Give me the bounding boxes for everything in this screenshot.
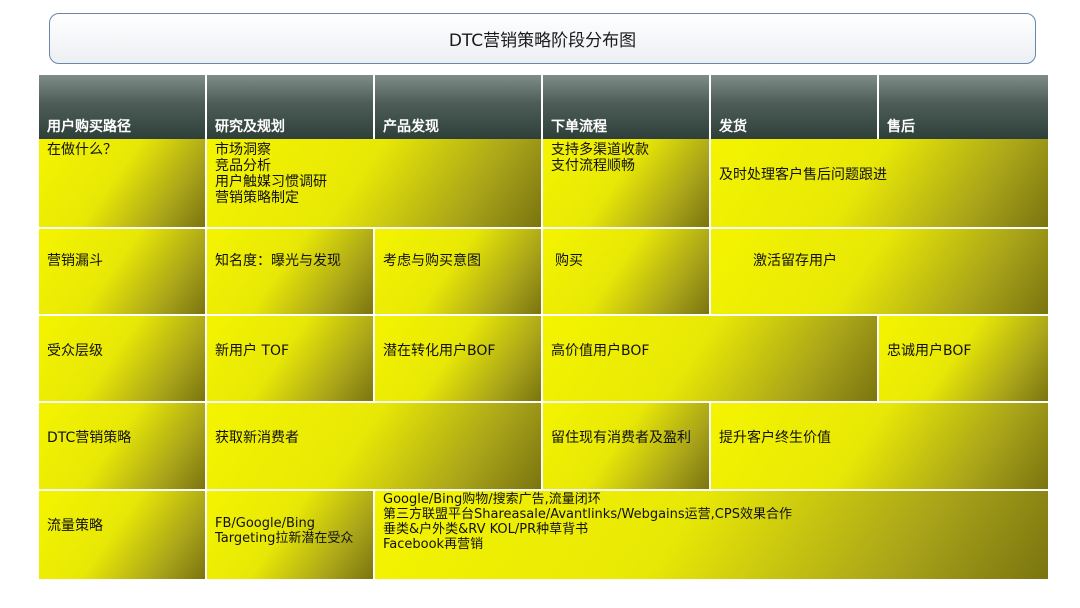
header-discovery: 产品发现	[375, 75, 543, 139]
task-item: 支付流程顺畅	[551, 158, 635, 175]
cell-shipping-tasks: 及时处理客户售后问题跟进	[711, 139, 1048, 229]
cell-strategy-retain: 留住现有消费者及盈利	[543, 403, 711, 491]
task-item: 及时处理客户售后问题跟进	[719, 167, 887, 183]
row-label-funnel: 营销漏斗	[39, 229, 207, 316]
cell-funnel-retention: 激活留存用户	[711, 229, 1048, 316]
cell-funnel-purchase: 购买	[543, 229, 711, 316]
row-label-what-doing: 在做什么？	[39, 139, 207, 229]
row-label-traffic: 流量策略	[39, 491, 207, 579]
cell-traffic-targeting: FB/Google/Bing Targeting拉新潜在受众	[207, 491, 375, 579]
cell-strategy-acquire: 获取新消费者	[207, 403, 543, 491]
task-item: 营销策略制定	[215, 190, 299, 207]
cell-strategy-ltv: 提升客户终生价值	[711, 403, 1048, 491]
cell-audience-potential: 潜在转化用户BOF	[375, 316, 543, 403]
cell-research-tasks: 市场洞察 竞品分析 用户触媒习惯调研 营销策略制定	[207, 139, 543, 229]
cell-funnel-consideration: 考虑与购买意图	[375, 229, 543, 316]
row-label-audience: 受众层级	[39, 316, 207, 403]
header-order: 下单流程	[543, 75, 711, 139]
diagram-title: DTC营销策略阶段分布图	[49, 13, 1036, 64]
cell-audience-new: 新用户 TOF	[207, 316, 375, 403]
header-after-sales: 售后	[879, 75, 1048, 139]
task-item: 市场洞察	[215, 142, 271, 158]
channel-item: 第三方联盟平台Shareasale/Avantlinks/Webgains运营,…	[383, 506, 792, 522]
header-shipping: 发货	[711, 75, 879, 139]
cell-traffic-channels: Google/Bing购物/搜索广告,流量闭环 第三方联盟平台Shareasal…	[375, 491, 1048, 579]
channel-item: Google/Bing购物/搜索广告,流量闭环	[383, 492, 601, 507]
cell-audience-loyal: 忠诚用户BOF	[879, 316, 1048, 403]
task-item: 支持多渠道收款	[551, 142, 649, 158]
channel-item: 垂类&户外类&RV KOL/PR种草背书	[383, 521, 589, 537]
task-item: 竞品分析	[215, 158, 271, 175]
cell-order-tasks: 支持多渠道收款 支付流程顺畅	[543, 139, 711, 229]
cell-audience-high-value: 高价值用户BOF	[543, 316, 879, 403]
row-label-dtc-strategy: DTC营销策略	[39, 403, 207, 491]
task-item: 用户触媒习惯调研	[215, 174, 327, 191]
cell-funnel-awareness: 知名度：曝光与发现	[207, 229, 375, 316]
header-research: 研究及规划	[207, 75, 375, 139]
channel-item: Facebook再营销	[383, 536, 484, 552]
header-purchase-path: 用户购买路径	[39, 75, 207, 139]
